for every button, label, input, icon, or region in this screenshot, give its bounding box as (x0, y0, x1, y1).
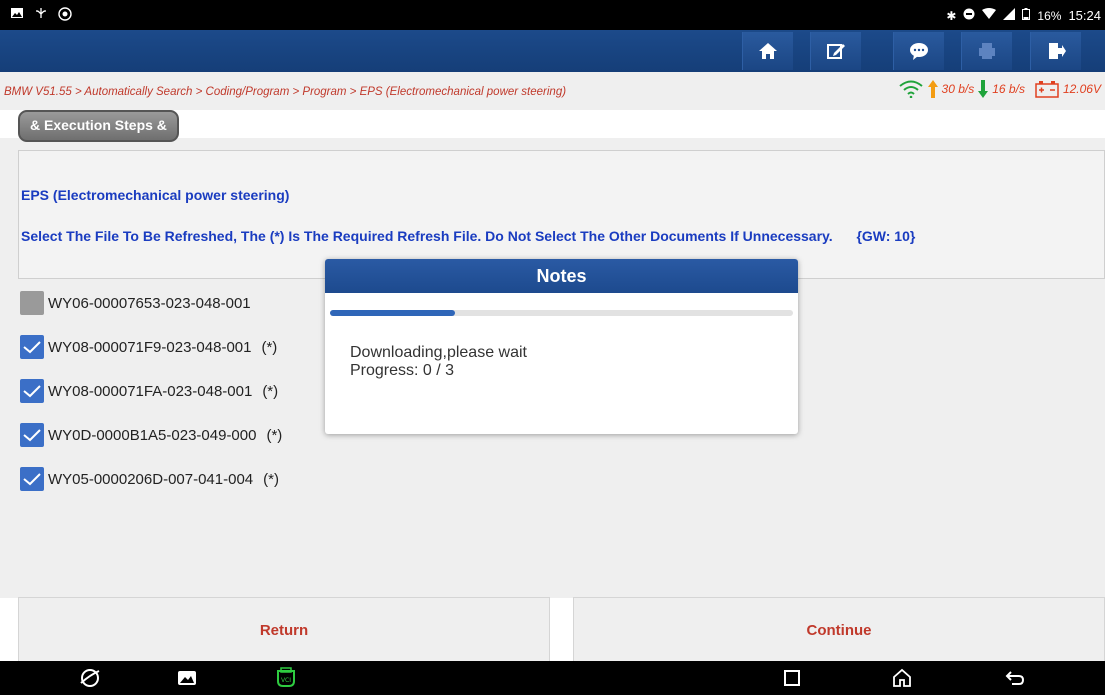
wifi-signal-icon (898, 80, 923, 98)
signal-icon (1003, 8, 1016, 23)
home-button[interactable] (742, 32, 793, 70)
file-item[interactable]: WY0D-0000B1A5-023-049-000 (*) (20, 422, 282, 448)
check-icon (23, 473, 41, 486)
wifi-icon (982, 8, 997, 23)
exit-button[interactable] (1030, 32, 1081, 70)
print-icon (979, 43, 995, 59)
file-item[interactable]: WY05-0000206D-007-041-004 (*) (20, 466, 279, 492)
message-description: Select The File To Be Refreshed, The (*)… (21, 228, 915, 244)
gallery-app-icon[interactable] (175, 667, 199, 689)
home-icon (759, 43, 777, 59)
edit-icon (827, 44, 845, 59)
download-arrow-icon (978, 80, 989, 98)
exit-icon (1049, 43, 1066, 59)
checkbox-checked[interactable] (20, 335, 44, 359)
network-status: 30 b/s 16 b/s 12.06V (898, 80, 1101, 98)
checkbox-unchecked[interactable] (20, 291, 44, 315)
file-item[interactable]: WY08-000071FA-023-048-001 (*) (20, 378, 278, 404)
file-name: WY06-00007653-023-048-001 (48, 294, 251, 312)
browser-app-icon[interactable] (78, 667, 102, 689)
checkbox-checked[interactable] (20, 467, 44, 491)
status-bar: ✱ 16% 15:24 (0, 0, 1105, 30)
file-required-marker: (*) (261, 338, 278, 356)
file-name: WY08-000071F9-023-048-001 (48, 338, 252, 356)
file-required-marker: (*) (266, 426, 283, 444)
breadcrumb: BMW V51.55 > Automatically Search > Codi… (4, 86, 567, 98)
dialog-message-line1: Downloading,please wait (350, 344, 527, 361)
info-line: BMW V51.55 > Automatically Search > Codi… (0, 72, 1105, 110)
home-nav-button[interactable] (890, 667, 914, 689)
bluetooth-icon: ✱ (946, 8, 957, 23)
status-bar-system: ✱ 16% 15:24 (946, 8, 1101, 23)
dialog-title: Notes (325, 259, 798, 293)
chat-icon (910, 43, 928, 60)
execution-steps-tab[interactable]: & Execution Steps & (18, 110, 179, 142)
print-button[interactable] (961, 32, 1012, 70)
download-progress-bar (330, 310, 793, 316)
download-progress-fill (330, 310, 455, 316)
battery-voltage: 12.06V (1062, 82, 1101, 96)
dnd-icon (963, 8, 975, 23)
upload-speed: 30 b/s (941, 82, 975, 96)
file-name: WY0D-0000B1A5-023-049-000 (48, 426, 257, 444)
file-required-marker: (*) (262, 382, 279, 400)
dialog-message: Downloading,please wait Progress: 0 / 3 (350, 344, 527, 380)
status-bar-notifications (10, 7, 72, 21)
checkbox-checked[interactable] (20, 379, 44, 403)
continue-button[interactable]: Continue (573, 597, 1105, 663)
notes-dialog: Notes Downloading,please wait Progress: … (325, 259, 798, 434)
image-notification-icon (10, 7, 24, 21)
message-gw: {GW: 10} (856, 228, 916, 244)
message-title: EPS (Electromechanical power steering) (21, 187, 290, 203)
return-button[interactable]: Return (18, 597, 550, 663)
top-toolbar (0, 30, 1105, 72)
check-icon (23, 341, 41, 354)
download-speed: 16 b/s (992, 82, 1025, 96)
debug-icon (58, 7, 72, 21)
back-nav-button[interactable] (1003, 667, 1027, 689)
check-icon (23, 385, 41, 398)
checkbox-checked[interactable] (20, 423, 44, 447)
file-required-marker: (*) (263, 470, 279, 488)
file-name: WY08-000071FA-023-048-001 (48, 382, 253, 400)
recent-apps-button[interactable] (780, 667, 804, 689)
file-item[interactable]: WY06-00007653-023-048-001 (20, 290, 251, 316)
message-description-text: Select The File To Be Refreshed, The (*)… (21, 228, 833, 244)
upload-arrow-icon (927, 80, 938, 98)
clock: 15:24 (1068, 8, 1101, 23)
chat-button[interactable] (893, 32, 944, 70)
check-icon (23, 429, 41, 442)
car-battery-icon (1035, 81, 1059, 98)
edit-button[interactable] (810, 32, 861, 70)
system-nav-bar: VCI (0, 661, 1105, 695)
vci-app-icon[interactable]: VCI (274, 667, 298, 689)
svg-text:VCI: VCI (281, 677, 291, 684)
file-name: WY05-0000206D-007-041-004 (48, 470, 254, 488)
file-item[interactable]: WY08-000071F9-023-048-001 (*) (20, 334, 277, 360)
battery-icon (1022, 8, 1031, 23)
dialog-progress-text: Progress: 0 / 3 (350, 362, 455, 379)
usb-icon (34, 7, 48, 21)
battery-percent: 16% (1037, 8, 1062, 23)
